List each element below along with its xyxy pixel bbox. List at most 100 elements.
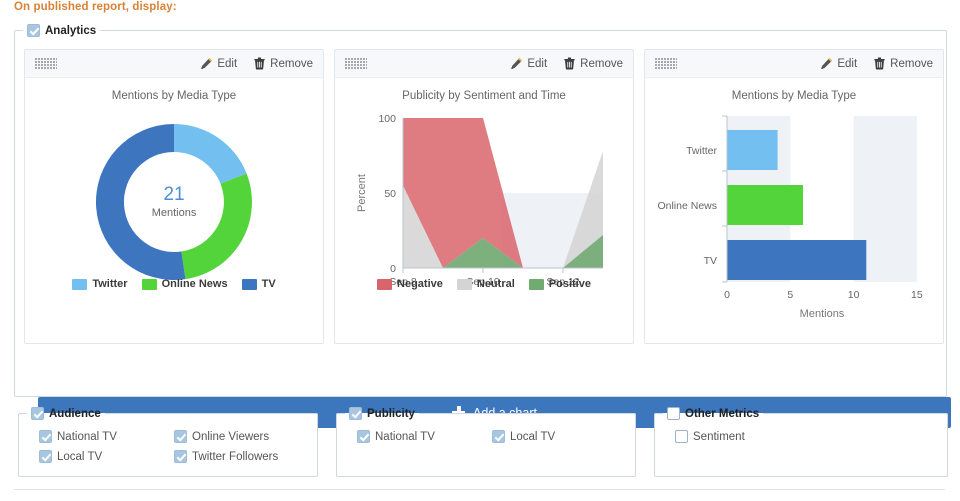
legend-label: Neutral [477,278,515,290]
category-label: Online News [657,200,717,212]
checkbox-local-tv[interactable]: Local TV [39,450,174,463]
bar-twitter[interactable] [727,130,778,170]
audience-fieldset: Audience National TV Online Viewers Loca… [18,407,318,477]
legend-label: Twitter [92,278,127,290]
legend-swatch-twitter [72,279,87,290]
remove-button[interactable]: Remove [563,57,623,70]
bar-online-news[interactable] [727,185,803,225]
audience-legend-label: Audience [49,408,101,420]
charts-row: Edit Remove Ment [24,49,944,344]
legend-label: TV [262,278,276,290]
legend-swatch-neutral [457,279,472,290]
checkbox-national-tv[interactable]: National TV [39,430,174,443]
chart-panel-bar: Edit Remove Ment [644,49,944,344]
bar-chart: Twitter Online News TV 0 5 10 15 Mention… [645,102,943,332]
legend-swatch-tv [242,279,257,290]
checkbox-box[interactable] [492,430,505,443]
donut-slice-online-news[interactable] [181,174,252,280]
publicity-fieldset: Publicity National TV Local TV [336,407,636,477]
checkbox-box[interactable] [174,450,187,463]
legend-label: Positive [549,278,591,290]
edit-button[interactable]: Edit [200,57,237,70]
pencil-icon [820,57,833,70]
bar-svg: Twitter Online News TV 0 5 10 15 Mention… [645,102,943,332]
publicity-body: National TV Local TV [337,420,635,443]
page-title: On published report, display: [14,1,177,13]
other-metrics-legend-label: Other Metrics [685,408,759,420]
remove-button[interactable]: Remove [253,57,313,70]
checkbox-online-viewers[interactable]: Online Viewers [174,430,309,443]
edit-button[interactable]: Edit [820,57,857,70]
other-metrics-legend: Other Metrics [663,407,763,420]
analytics-legend-label: Analytics [45,25,96,37]
donut-slice-twitter[interactable] [174,124,247,184]
edit-label: Edit [217,58,237,70]
trash-icon [253,57,266,70]
remove-button[interactable]: Remove [873,57,933,70]
area-legend: Negative Neutral Positive [335,278,633,290]
edit-button[interactable]: Edit [510,57,547,70]
category-label: Twitter [686,145,717,157]
chart-panel-actions: Edit Remove [820,57,933,70]
legend-item[interactable]: Twitter [72,278,127,290]
remove-label: Remove [890,58,933,70]
drag-handle-icon[interactable] [345,58,367,69]
checkbox-box[interactable] [357,430,370,443]
chart-panel-header: Edit Remove [335,50,633,78]
x-tick-label: 10 [848,289,860,301]
donut-center-value: 21 [163,184,184,205]
audience-body: National TV Online Viewers Local TV Twit… [19,420,317,463]
audience-options: National TV Online Viewers Local TV Twit… [39,430,317,463]
chart-title: Mentions by Media Type [25,90,323,102]
x-axis-label: Mentions [800,308,845,320]
donut-center-label: Mentions [152,207,197,219]
checkbox-label: Local TV [510,431,555,443]
other-metrics-options: Sentiment [675,430,947,443]
checkbox-box[interactable] [39,430,52,443]
audience-group-checkbox[interactable] [31,407,44,420]
checkbox-national-tv[interactable]: National TV [357,430,492,443]
checkbox-label: Online Viewers [192,431,269,443]
bar-tv[interactable] [727,240,866,280]
chart-panel-area: Edit Remove Publ [334,49,634,344]
legend-item[interactable]: Neutral [457,278,515,290]
legend-swatch-positive [529,279,544,290]
chart-panel-donut: Edit Remove Ment [24,49,324,344]
checkbox-twitter-followers[interactable]: Twitter Followers [174,450,309,463]
legend-item[interactable]: Online News [142,278,228,290]
checkbox-box[interactable] [675,430,688,443]
edit-label: Edit [837,58,857,70]
pencil-icon [200,57,213,70]
legend-swatch-online-news [142,279,157,290]
bottom-divider [14,489,945,490]
legend-label: Negative [397,278,443,290]
checkbox-label: Local TV [57,451,102,463]
legend-item[interactable]: Positive [529,278,591,290]
category-label: TV [704,255,717,267]
donut-legend: Twitter Online News TV [25,278,323,290]
legend-item[interactable]: Negative [377,278,443,290]
drag-handle-icon[interactable] [35,58,57,69]
trash-icon [563,57,576,70]
analytics-checkbox[interactable] [27,24,40,37]
legend-label: Online News [162,278,228,290]
area-chart: 100 50 0 Percent Sep 8 Sep 10 Sep 12 Neg… [335,102,633,302]
publicity-options: National TV Local TV [357,430,635,443]
checkbox-box[interactable] [174,430,187,443]
analytics-fieldset: Analytics Edit [14,24,947,397]
drag-handle-icon[interactable] [655,58,677,69]
x-tick-label: 5 [787,289,793,301]
checkbox-label: National TV [57,431,117,443]
checkbox-label: Twitter Followers [192,451,278,463]
legend-item[interactable]: TV [242,278,276,290]
other-metrics-group-checkbox[interactable] [667,407,680,420]
remove-label: Remove [580,58,623,70]
checkbox-local-tv[interactable]: Local TV [492,430,627,443]
chart-panel-actions: Edit Remove [200,57,313,70]
publicity-group-checkbox[interactable] [349,407,362,420]
y-axis-label: Percent [356,174,368,212]
checkbox-sentiment[interactable]: Sentiment [675,430,810,443]
checkbox-box[interactable] [39,450,52,463]
chart-panel-actions: Edit Remove [510,57,623,70]
x-tick-label: 0 [724,289,730,301]
